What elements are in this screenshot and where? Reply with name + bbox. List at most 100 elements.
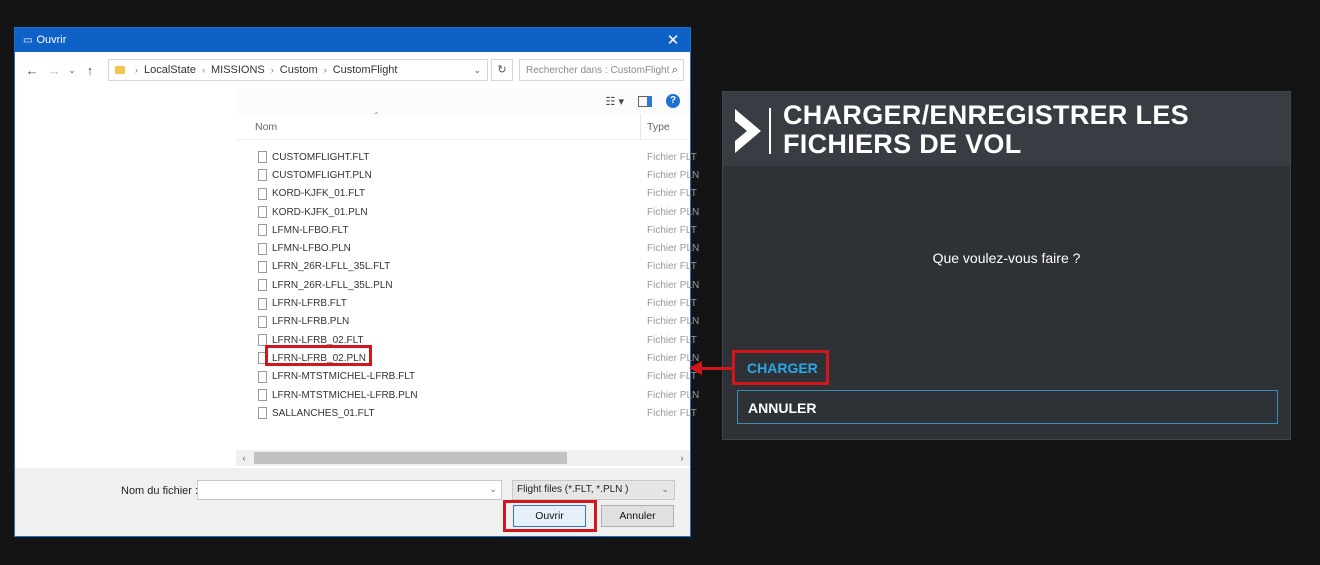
file-type: Fichier FLT (647, 224, 697, 236)
dialog-title: Ouvrir (36, 34, 67, 46)
filename-dropdown-chevron-icon[interactable]: ⌄ (489, 484, 497, 495)
column-header-row: ⌃ Nom Type (236, 111, 690, 140)
forward-arrow-icon[interactable]: → (43, 63, 65, 78)
file-name: CUSTOMFLIGHT.FLT (272, 151, 370, 163)
file-row[interactable]: LFRN-MTSTMICHEL-LFRB.PLN Fichier PLN (236, 386, 699, 404)
folder-icon (115, 66, 125, 74)
search-input[interactable]: Rechercher dans : CustomFlight ⌕ (519, 59, 684, 81)
sort-indicator-icon: ⌃ (373, 111, 380, 120)
filename-label: Nom du fichier : (121, 485, 199, 497)
file-name: KORD-KJFK_01.FLT (272, 188, 366, 200)
horizontal-scrollbar[interactable]: ‹ › (236, 450, 690, 466)
file-icon (258, 206, 267, 219)
recent-locations-chevron-icon[interactable]: ⌄ (65, 65, 79, 76)
file-row[interactable]: SALLANCHES_01.FLT Fichier FLT (236, 404, 697, 422)
breadcrumb-item[interactable]: Custom (280, 64, 318, 76)
file-type: Fichier FLT (647, 298, 697, 310)
file-row[interactable]: CUSTOMFLIGHT.FLT Fichier FLT (236, 148, 697, 166)
file-type: Fichier FLT (647, 261, 697, 273)
breadcrumb-item[interactable]: MISSIONS (211, 64, 265, 76)
file-row[interactable]: CUSTOMFLIGHT.PLN Fichier PLN (236, 166, 699, 184)
help-icon[interactable]: ? (666, 94, 680, 108)
file-type-filter-select[interactable]: Flight files (*.FLT, *.PLN ) ⌄ (512, 480, 675, 500)
file-icon (258, 169, 267, 182)
file-row[interactable]: LFMN-LFBO.PLN Fichier PLN (236, 239, 699, 257)
address-bar[interactable]: › LocalState › MISSIONS › Custom › Custo… (108, 59, 488, 81)
file-name: CUSTOMFLIGHT.PLN (272, 169, 372, 181)
breadcrumb-item[interactable]: LocalState (144, 64, 196, 76)
file-row[interactable]: LFRN-MTSTMICHEL-LFRB.FLT Fichier FLT (236, 368, 697, 386)
filename-input[interactable]: ⌄ (197, 480, 502, 500)
file-name: LFMN-LFBO.FLT (272, 224, 349, 236)
file-row[interactable]: LFRN-LFRB.FLT Fichier FLT (236, 294, 697, 312)
highlight-box-open-button (503, 500, 597, 532)
file-icon (258, 370, 267, 383)
address-dropdown-chevron-icon[interactable]: ⌄ (473, 65, 481, 76)
file-icon (258, 279, 267, 292)
window-icon: ▭ (23, 34, 33, 46)
file-icon (258, 297, 267, 310)
file-type: Fichier PLN (647, 169, 700, 181)
file-type-filter-value: Flight files (*.FLT, *.PLN ) (517, 484, 629, 495)
scroll-right-icon[interactable]: › (674, 453, 690, 463)
file-name: LFRN_26R-LFLL_35L.FLT (272, 261, 391, 273)
preview-pane-icon[interactable] (638, 95, 652, 107)
file-rows: CUSTOMFLIGHT.FLT Fichier FLT CUSTOMFLIGHT.… (236, 140, 699, 422)
breadcrumb-separator: › (135, 65, 138, 75)
search-placeholder: Rechercher dans : CustomFlight (526, 64, 670, 76)
chevron-cutout (735, 121, 747, 141)
dialog-titlebar: ▭ Ouvrir ✕ (15, 28, 690, 52)
cancel-button[interactable]: Annuler (601, 505, 674, 527)
file-icon (258, 260, 267, 273)
filter-chevron-icon: ⌄ (661, 484, 669, 494)
column-divider[interactable] (640, 114, 641, 139)
close-button[interactable]: ✕ (656, 31, 690, 49)
search-icon[interactable]: ⌕ (672, 64, 678, 77)
breadcrumb-separator: › (323, 65, 327, 75)
file-type: Fichier FLT (647, 151, 697, 163)
view-options-icon[interactable]: ☷ ▾ (606, 95, 624, 108)
file-type: Fichier FLT (647, 334, 697, 346)
file-name: LFRN_26R-LFLL_35L.PLN (272, 279, 393, 291)
file-icon (258, 224, 267, 237)
breadcrumb-separator: › (201, 65, 205, 75)
column-header-type[interactable]: Type (647, 121, 670, 133)
file-row[interactable]: KORD-KJFK_01.PLN Fichier PLN (236, 203, 699, 221)
file-row[interactable]: KORD-KJFK_01.FLT Fichier FLT (236, 185, 697, 203)
file-type: Fichier FLT (647, 188, 697, 200)
back-arrow-icon[interactable]: ← (21, 63, 43, 78)
file-row[interactable]: LFMN-LFBO.FLT Fichier FLT (236, 221, 697, 239)
file-name: LFMN-LFBO.PLN (272, 243, 351, 255)
column-header-name[interactable]: Nom (255, 121, 277, 133)
navigation-pane[interactable] (15, 88, 236, 468)
file-icon (258, 315, 267, 328)
file-icon (258, 242, 267, 255)
cancel-panel-button[interactable]: ANNULER (737, 390, 1278, 424)
file-name: KORD-KJFK_01.PLN (272, 206, 368, 218)
file-type: Fichier PLN (647, 316, 700, 328)
flight-files-panel: CHARGER/ENREGISTRER LES FICHIERS DE VOL … (722, 91, 1291, 440)
pointer-arrow-icon (689, 361, 702, 375)
file-row[interactable]: LFRN-LFRB.PLN Fichier PLN (236, 313, 699, 331)
refresh-button[interactable]: ↻ (491, 59, 513, 81)
file-name: LFRN-LFRB.FLT (272, 298, 347, 310)
file-row[interactable]: LFRN_26R-LFLL_35L.FLT Fichier FLT (236, 258, 697, 276)
panel-title: CHARGER/ENREGISTRER LES FICHIERS DE VOL (783, 100, 1189, 159)
scroll-left-icon[interactable]: ‹ (236, 453, 252, 463)
file-type: Fichier PLN (647, 206, 700, 218)
panel-question: Que voulez-vous faire ? (932, 250, 1081, 266)
file-name: SALLANCHES_01.FLT (272, 407, 375, 419)
file-name: LFRN-MTSTMICHEL-LFRB.FLT (272, 371, 416, 383)
panel-header: CHARGER/ENREGISTRER LES FICHIERS DE VOL (723, 92, 1290, 166)
scrollbar-thumb[interactable] (254, 452, 567, 464)
file-list: ⌃ Nom Type CUSTOMFLIGHT.FLT Fichier FLT CU… (236, 111, 699, 450)
breadcrumb-item[interactable]: CustomFlight (333, 64, 398, 76)
up-arrow-icon[interactable]: ↑ (79, 63, 101, 78)
file-row[interactable]: LFRN_26R-LFLL_35L.PLN Fichier PLN (236, 276, 699, 294)
breadcrumb-separator: › (270, 65, 274, 75)
highlight-box-selected-file (265, 345, 372, 366)
file-name: LFRN-MTSTMICHEL-LFRB.PLN (272, 389, 418, 401)
file-icon (258, 187, 267, 200)
view-toolbar: ☷ ▾ ? (236, 88, 690, 114)
header-divider (769, 108, 771, 154)
